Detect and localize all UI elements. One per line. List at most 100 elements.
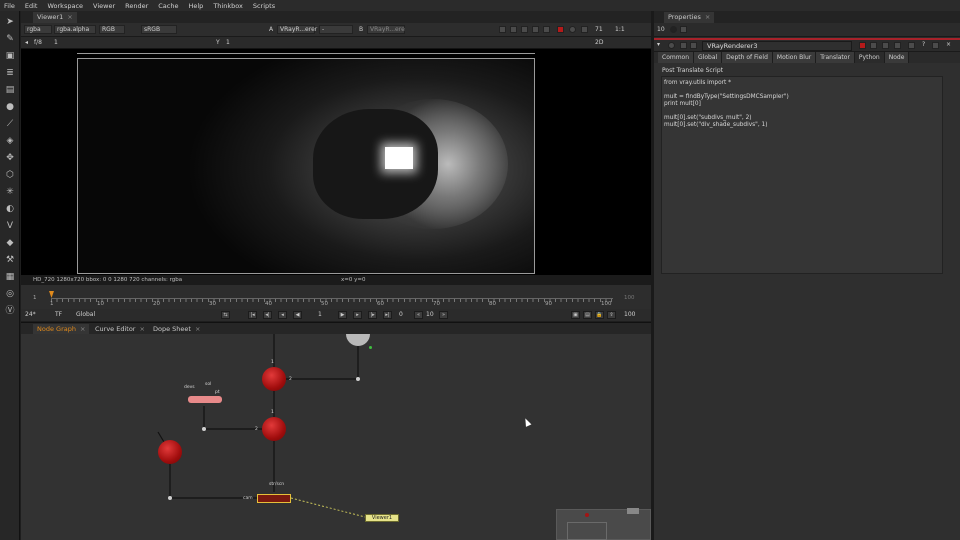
- gl-color-icon[interactable]: [870, 42, 877, 49]
- vray-node-mid[interactable]: [262, 417, 286, 441]
- close-panel-icon[interactable]: ×: [946, 39, 951, 51]
- menu-render[interactable]: Render: [125, 2, 148, 10]
- tag-icon[interactable]: ◆: [5, 238, 15, 248]
- checker-button[interactable]: [532, 26, 539, 33]
- range-select[interactable]: Global: [76, 309, 95, 321]
- zoom-value[interactable]: 71: [595, 24, 603, 36]
- downrez-button[interactable]: [521, 26, 528, 33]
- clear-panels-icon[interactable]: [680, 26, 687, 33]
- layers-icon[interactable]: ≣: [5, 68, 15, 78]
- collapse-icon[interactable]: ▾: [657, 39, 660, 51]
- float-panel-icon[interactable]: [908, 42, 915, 49]
- roi-button[interactable]: [499, 26, 506, 33]
- tf-select[interactable]: TF: [55, 309, 62, 321]
- pause-icon[interactable]: [581, 26, 588, 33]
- vray-node-top[interactable]: [262, 367, 286, 391]
- undo-icon[interactable]: [882, 42, 889, 49]
- tab-translator[interactable]: Translator: [816, 52, 855, 63]
- menu-viewer[interactable]: Viewer: [93, 2, 115, 10]
- lock-panel-icon[interactable]: [670, 26, 677, 33]
- max-panels-field[interactable]: 10: [657, 24, 665, 36]
- gain-icon[interactable]: ◂: [25, 37, 28, 49]
- image-icon[interactable]: ▣: [5, 51, 15, 61]
- redo-icon[interactable]: [894, 42, 901, 49]
- gamma-value[interactable]: 1: [226, 37, 230, 49]
- play-button[interactable]: ▶: [338, 311, 347, 319]
- flipbook-icon[interactable]: ▣: [571, 311, 580, 319]
- menu-help[interactable]: Help: [188, 2, 203, 10]
- tools-icon[interactable]: ⚒: [5, 255, 15, 265]
- prev-key-button[interactable]: ◂|: [263, 311, 272, 319]
- current-frame[interactable]: 1: [318, 309, 322, 321]
- nuke-icon[interactable]: ◎: [5, 289, 15, 299]
- zoom-ratio[interactable]: 1:1: [615, 24, 625, 36]
- tab-motion-blur[interactable]: Motion Blur: [772, 52, 817, 63]
- input-b-select[interactable]: VRayR...ere: [367, 25, 405, 34]
- channel-icon[interactable]: ▤: [5, 85, 15, 95]
- step-back-button[interactable]: ◂: [278, 311, 287, 319]
- record-button[interactable]: [557, 26, 564, 33]
- frame-ruler[interactable]: [51, 298, 613, 302]
- vray-icon[interactable]: V: [5, 221, 15, 231]
- skip-back-button[interactable]: «: [414, 311, 423, 319]
- end-frame[interactable]: 100: [624, 295, 635, 301]
- tab-python[interactable]: Python: [854, 52, 885, 63]
- first-frame-button[interactable]: |◂: [248, 311, 257, 319]
- cache-icon[interactable]: ▤: [583, 311, 592, 319]
- export-icon[interactable]: ⇪: [607, 311, 616, 319]
- tab-common[interactable]: Common: [658, 52, 695, 63]
- python-script-editor[interactable]: from vray.utils import * mult = findByTy…: [661, 76, 943, 274]
- clip-button[interactable]: [543, 26, 550, 33]
- grid-icon[interactable]: ▦: [5, 272, 15, 282]
- lut-select[interactable]: sRGB: [141, 25, 177, 34]
- refresh-icon[interactable]: [569, 26, 576, 33]
- fps-select[interactable]: 24*: [25, 309, 36, 321]
- close-icon[interactable]: ×: [80, 325, 85, 333]
- end-field[interactable]: 100: [624, 309, 635, 321]
- tab-viewer1[interactable]: Viewer1 ×: [33, 12, 77, 23]
- playhead[interactable]: [49, 291, 54, 298]
- read-node[interactable]: [188, 396, 222, 403]
- last-frame-button[interactable]: ▸|: [383, 311, 392, 319]
- menu-cache[interactable]: Cache: [158, 2, 178, 10]
- layer-select[interactable]: rgba.alpha: [54, 25, 96, 34]
- fstop-value[interactable]: f/8: [34, 37, 42, 49]
- tab-node[interactable]: Node: [884, 52, 910, 63]
- step-forward-button[interactable]: ▸: [353, 311, 362, 319]
- 3d-icon[interactable]: ⬡: [5, 170, 15, 180]
- pointer-icon[interactable]: ➤: [5, 17, 15, 27]
- stack-icon[interactable]: ◈: [5, 136, 15, 146]
- write-node[interactable]: [257, 494, 291, 503]
- skip-forward-button[interactable]: »: [439, 311, 448, 319]
- close-icon[interactable]: ×: [195, 325, 200, 333]
- particle-icon[interactable]: ✳: [5, 187, 15, 197]
- input-a-select[interactable]: VRayR...erer: [277, 25, 317, 34]
- curve-icon[interactable]: ⟋: [5, 119, 15, 129]
- menu-scripts[interactable]: Scripts: [253, 2, 275, 10]
- paint-icon[interactable]: ✎: [5, 34, 15, 44]
- menu-edit[interactable]: Edit: [25, 2, 38, 10]
- viewer-canvas[interactable]: [21, 49, 651, 275]
- close-icon[interactable]: ×: [139, 325, 144, 333]
- deep-icon[interactable]: ◐: [5, 204, 15, 214]
- help-icon[interactable]: [680, 42, 687, 49]
- vray-node-left[interactable]: [158, 440, 182, 464]
- proxy-button[interactable]: [510, 26, 517, 33]
- node-graph-minimap[interactable]: [556, 508, 651, 540]
- node-name-field[interactable]: VRayRenderer3: [702, 41, 852, 51]
- next-key-button[interactable]: |▸: [368, 311, 377, 319]
- display-mode-select[interactable]: RGB: [99, 25, 125, 34]
- color-icon[interactable]: ●: [5, 102, 15, 112]
- menu-file[interactable]: File: [4, 2, 15, 10]
- start-frame[interactable]: 1: [33, 295, 37, 301]
- lock-icon[interactable]: 🔒: [595, 311, 604, 319]
- vray-logo-icon[interactable]: Ⓥ: [5, 306, 15, 316]
- node-graph-canvas[interactable]: devs sol pt 1 2 1 2 str/scn cam Viewer1: [21, 334, 651, 540]
- maximize-icon[interactable]: [932, 42, 939, 49]
- compare-select[interactable]: -: [319, 25, 353, 34]
- menu-workspace[interactable]: Workspace: [47, 2, 83, 10]
- timeline[interactable]: 1 1 10 20 30 40 50 60 70 80 90 100 100: [21, 285, 651, 309]
- channels-select[interactable]: rgba: [24, 25, 52, 34]
- tab-depth-of-field[interactable]: Depth of Field: [722, 52, 773, 63]
- tile-color-icon[interactable]: [859, 42, 866, 49]
